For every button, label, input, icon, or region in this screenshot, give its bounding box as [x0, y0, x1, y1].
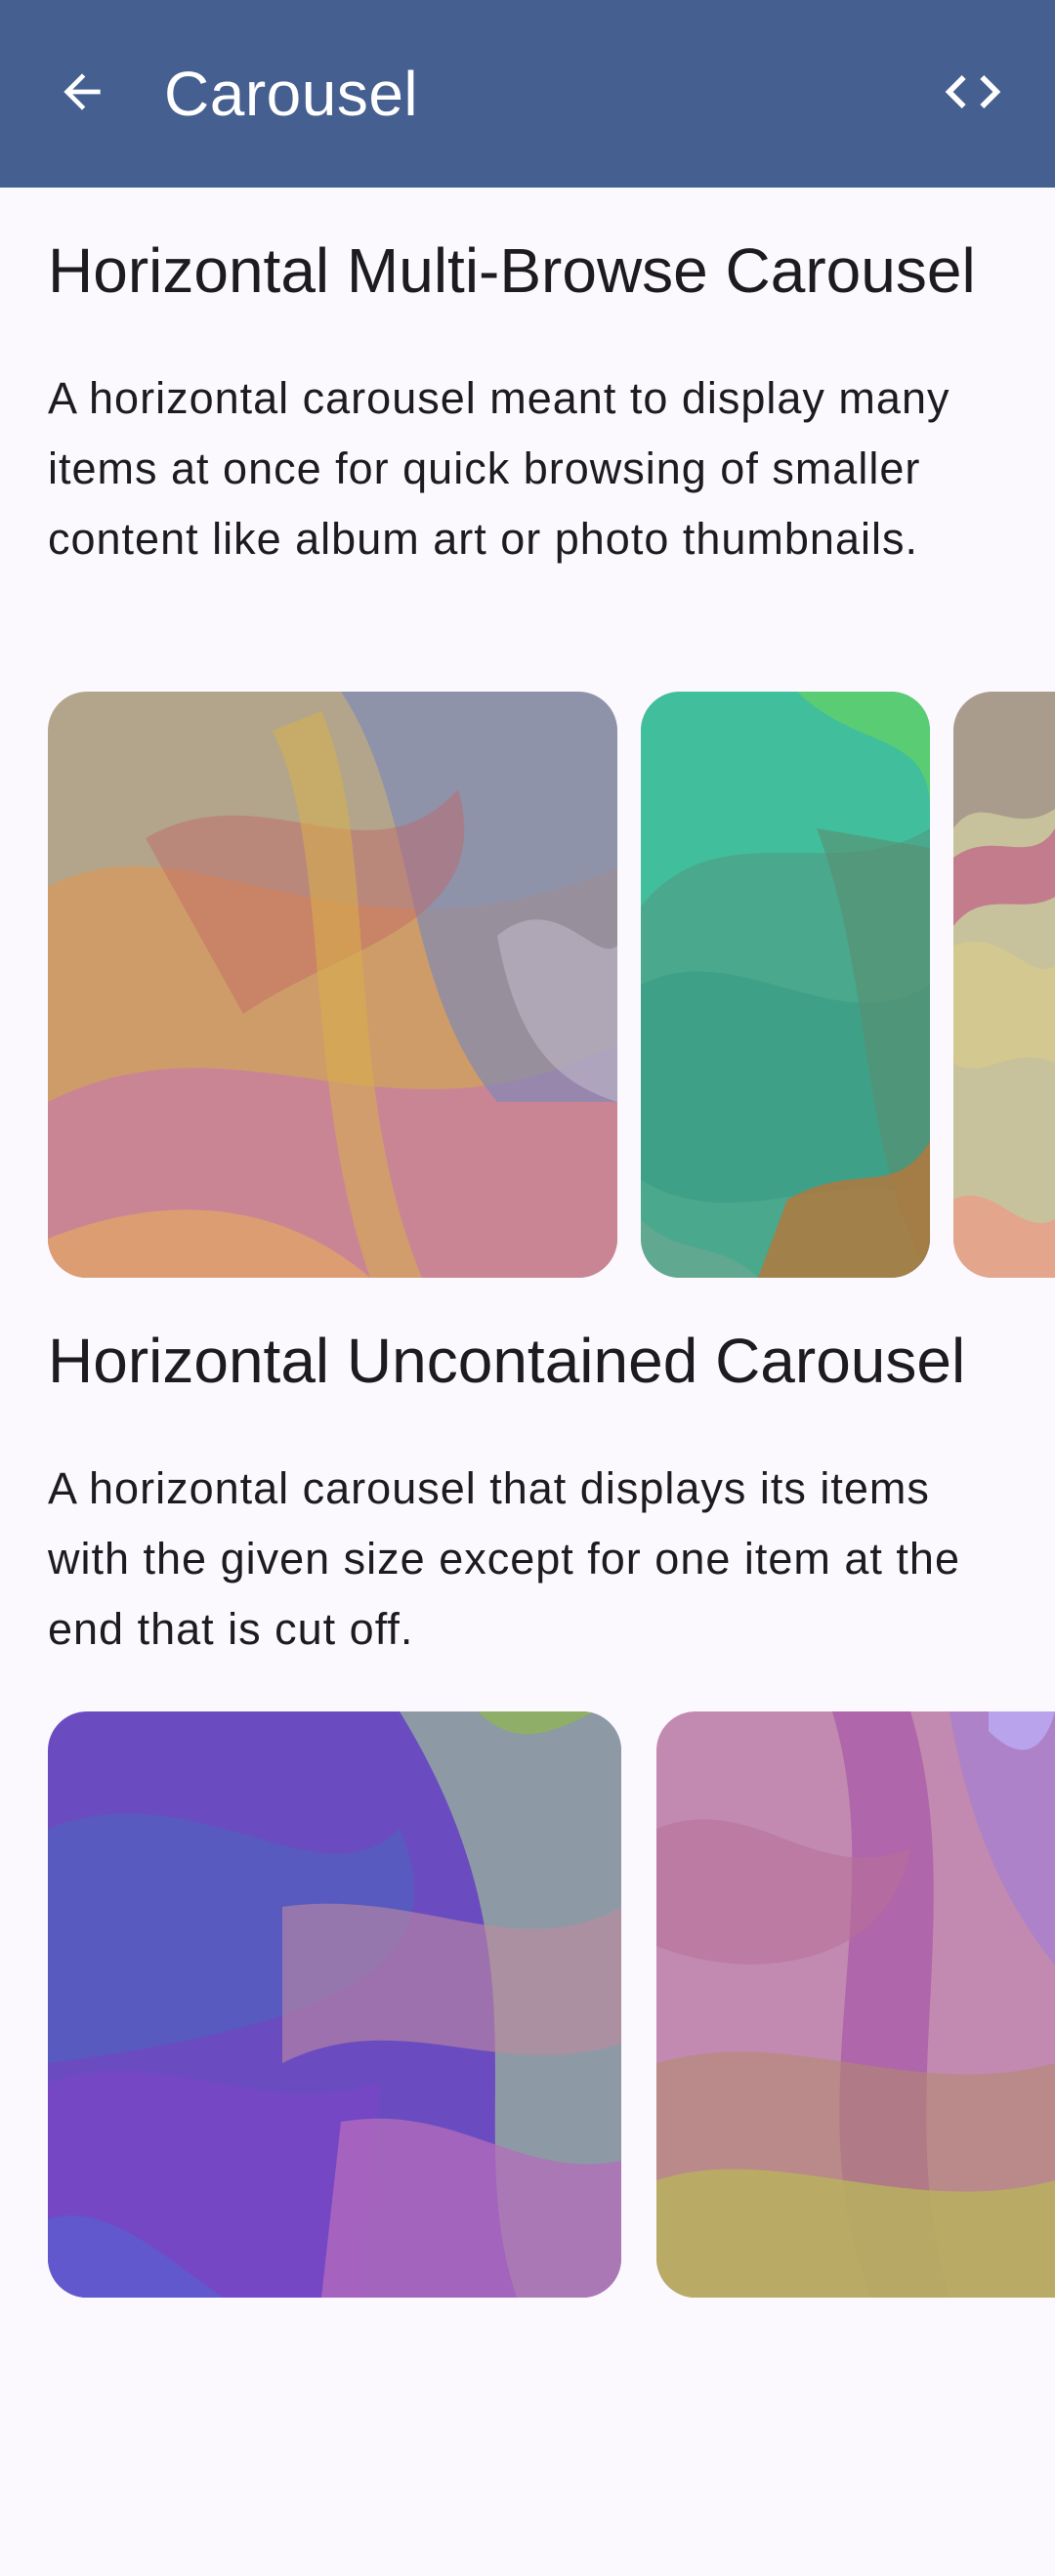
multi-browse-carousel[interactable]: [0, 692, 1055, 1278]
back-button[interactable]: [35, 45, 129, 139]
section-title-uncontained: Horizontal Uncontained Carousel: [48, 1326, 966, 1396]
code-icon: [945, 75, 1001, 108]
section-description-multi-browse: A horizontal carousel meant to display m…: [48, 373, 950, 564]
section-description-uncontained: A horizontal carousel that displays its …: [48, 1463, 960, 1654]
carousel-item[interactable]: [48, 1711, 621, 2298]
carousel-image: [641, 692, 930, 1278]
carousel-item[interactable]: [656, 1711, 1055, 2298]
page-title: Carousel: [164, 59, 419, 129]
carousel-image: [48, 1711, 621, 2298]
carousel-image: [656, 1711, 1055, 2298]
section-title-multi-browse: Horizontal Multi-Browse Carousel: [48, 235, 976, 306]
carousel-item[interactable]: [48, 692, 617, 1278]
carousel-item[interactable]: [953, 692, 1055, 1278]
arrow-back-icon: [63, 73, 101, 110]
view-code-button[interactable]: [926, 45, 1020, 139]
carousel-image: [953, 692, 1055, 1278]
carousel-item[interactable]: [641, 692, 930, 1278]
top-app-bar: Carousel: [0, 0, 1055, 188]
carousel-image: [48, 692, 617, 1278]
uncontained-carousel[interactable]: [0, 1711, 1055, 2298]
